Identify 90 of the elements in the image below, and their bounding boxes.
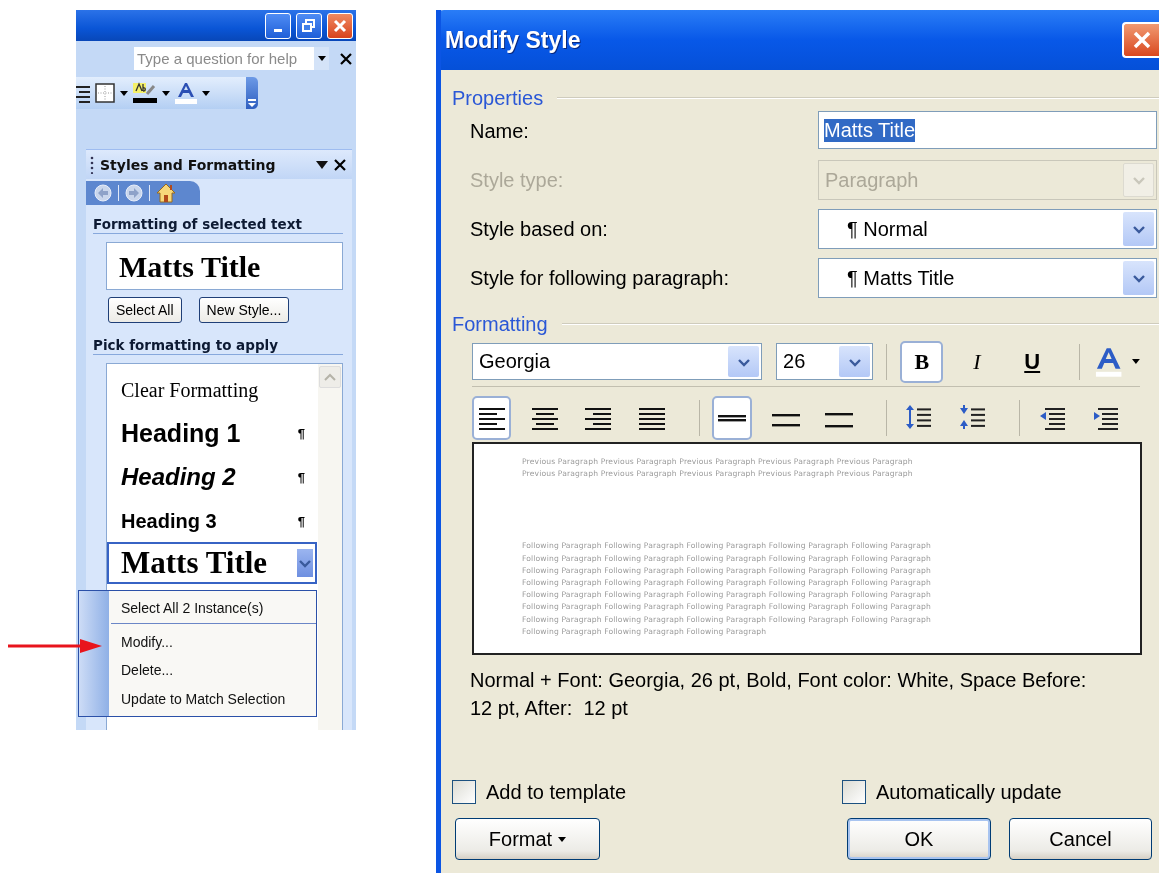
menu-button[interactable]: Format <box>455 818 600 860</box>
menu-item[interactable]: Select All 2 Instance(s) <box>111 597 316 625</box>
bold-button[interactable]: B <box>900 340 944 383</box>
restore-icon <box>302 18 316 33</box>
pane-button[interactable]: Select All <box>108 297 182 323</box>
font-dropdown[interactable]: Georgia <box>472 343 763 380</box>
chevron-icon <box>1131 174 1146 186</box>
style-list-item[interactable]: Clear Formatting <box>107 368 317 412</box>
restore-button[interactable] <box>296 12 322 39</box>
dropdown-arrow-icon[interactable] <box>316 160 328 169</box>
style-description: Normal + Font: Georgia, 26 pt, Bold, Font color: White, Space Before: 12 pt, After: 12 pt <box>470 668 1088 721</box>
style-name: Heading 1 <box>121 418 242 448</box>
menu-item[interactable]: Modify... <box>111 630 316 653</box>
checkbox-label: Add to template <box>486 780 627 804</box>
dropdown-value: ¶ Normal <box>846 217 929 241</box>
back-icon[interactable] <box>94 184 112 202</box>
line-spacing-button[interactable] <box>712 396 752 440</box>
dropdown-value: 26 <box>782 350 807 373</box>
style-name: Heading 2 <box>121 463 237 491</box>
align-left-button[interactable] <box>472 396 512 440</box>
chevron-icon <box>1131 223 1146 235</box>
field-label: Style based on: <box>470 216 609 242</box>
font-color-icon[interactable] <box>175 82 197 104</box>
dropdown-value: ¶ Matts Title <box>846 266 956 290</box>
group-heading: Properties <box>452 86 544 110</box>
field-label: Style type: <box>470 167 565 193</box>
menu-item[interactable]: Delete... <box>111 659 316 682</box>
dropdown-field[interactable]: ¶ Normal <box>818 209 1157 249</box>
chevron-icon <box>1131 272 1146 284</box>
border-icon[interactable] <box>95 83 115 103</box>
dropdown-value: Paragraph <box>824 168 920 192</box>
dialog-button[interactable]: Cancel <box>1009 818 1152 860</box>
dropdown-field[interactable]: ¶ Matts Title <box>818 258 1157 298</box>
field-label: Style for following paragraph: <box>470 265 731 291</box>
field-label: Name: <box>470 118 530 144</box>
caret-icon <box>120 90 128 96</box>
paragraph-mark: ¶ <box>297 469 306 485</box>
minimize-button[interactable] <box>265 12 291 39</box>
style-list-item[interactable]: Heading 1 ¶ <box>107 412 317 454</box>
style-name: Clear Formatting <box>121 378 260 402</box>
grip-icon[interactable] <box>90 155 94 174</box>
scrollbar[interactable] <box>318 364 342 730</box>
forward-icon[interactable] <box>125 184 143 202</box>
style-list-item[interactable]: Heading 2 ¶ <box>107 454 317 500</box>
size-dropdown[interactable]: 26 <box>776 343 874 380</box>
close-icon <box>1131 30 1152 50</box>
dropdown-button[interactable] <box>728 346 760 377</box>
dropdown-button[interactable] <box>839 346 871 377</box>
toolbar-options-button[interactable] <box>246 77 258 109</box>
dialog-button[interactable]: OK <box>847 818 991 860</box>
name-field[interactable]: Matts Title <box>818 111 1157 149</box>
style-name: Matts Title <box>121 545 269 581</box>
close-button[interactable] <box>327 12 353 39</box>
close-icon[interactable] <box>340 52 352 65</box>
caret-icon <box>202 90 210 96</box>
underline-button[interactable]: U <box>1010 340 1054 383</box>
chevron-icon <box>298 557 312 569</box>
highlighter-icon[interactable] <box>133 82 157 104</box>
close-button[interactable] <box>1122 22 1159 58</box>
paragraph-mark: ¶ <box>297 425 306 441</box>
section-heading: Formatting of selected text <box>93 216 343 234</box>
chevron-icon <box>324 373 336 381</box>
caret-icon <box>317 56 326 61</box>
checkbox-label: Automatically update <box>876 780 1062 804</box>
minimize-icon <box>274 29 282 32</box>
pane-button[interactable]: New Style... <box>198 297 290 323</box>
style-name: Heading 3 <box>121 509 218 533</box>
section-heading: Pick formatting to apply <box>93 337 343 355</box>
dropdown-button[interactable] <box>314 47 329 70</box>
style-list-item[interactable]: Matts Title <box>107 542 317 584</box>
italic-button[interactable]: I <box>955 340 999 383</box>
help-search-field[interactable]: Type a question for help <box>133 46 330 71</box>
pane-title: Styles and Formatting <box>100 156 277 173</box>
close-icon <box>333 18 347 33</box>
group-heading: Formatting <box>452 312 548 336</box>
paragraph-mark: ¶ <box>297 513 306 529</box>
close-icon[interactable] <box>334 158 346 171</box>
caret-icon <box>162 90 170 96</box>
caret-icon <box>1132 359 1141 364</box>
checkbox[interactable] <box>452 780 476 804</box>
checkbox[interactable] <box>842 780 866 804</box>
spacing-icon <box>958 404 987 432</box>
menu-item[interactable]: Update to Match Selection <box>111 687 316 710</box>
style-list-item[interactable]: Heading 3 ¶ <box>107 500 317 542</box>
home-icon[interactable] <box>156 183 176 203</box>
selected-style-preview: Matts Title <box>106 242 343 290</box>
dropdown-value: Georgia <box>478 350 552 373</box>
chevron-icon <box>248 97 256 109</box>
caret-icon <box>558 836 567 842</box>
dialog-title: Modify Style <box>445 26 582 54</box>
